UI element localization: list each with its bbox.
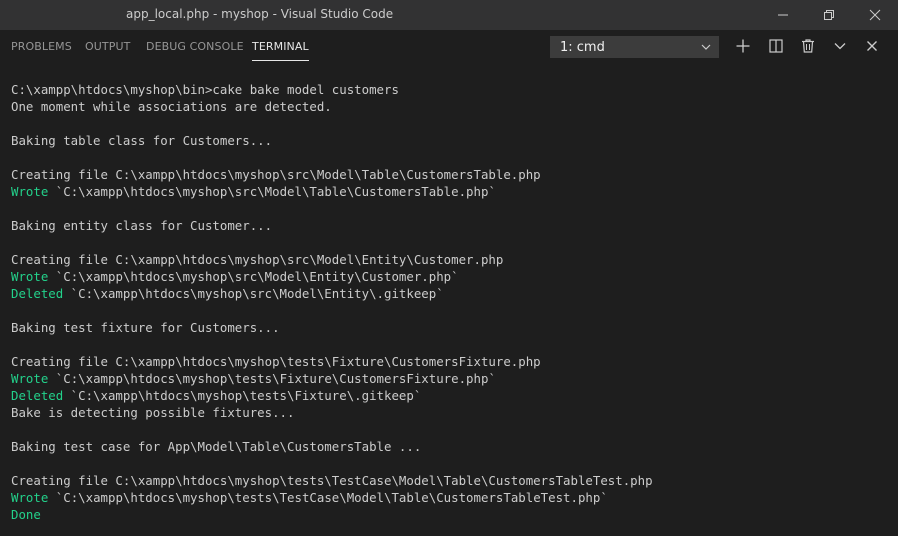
terminal-line-text: Creating file C:\xampp\htdocs\myshop\src…	[11, 252, 504, 267]
terminal-line-text: Bake is detecting possible fixtures...	[11, 405, 295, 420]
terminal-line: Wrote `C:\xampp\htdocs\myshop\tests\Fixt…	[11, 370, 891, 387]
close-icon[interactable]	[864, 38, 880, 54]
tab-terminal[interactable]: TERMINAL	[252, 30, 309, 65]
chevron-down-icon	[701, 44, 711, 50]
terminal-line-text: One moment while associations are detect…	[11, 99, 332, 114]
terminal-line-text: Creating file C:\xampp\htdocs\myshop\tes…	[11, 473, 653, 488]
terminal-line: Creating file C:\xampp\htdocs\myshop\src…	[11, 251, 891, 268]
tab-debug-console[interactable]: DEBUG CONSOLE	[146, 30, 244, 65]
terminal-line: Creating file C:\xampp\htdocs\myshop\tes…	[11, 472, 891, 489]
terminal-line: Baking entity class for Customer...	[11, 217, 891, 234]
terminal-line-status: Deleted	[11, 286, 64, 301]
restore-icon	[824, 10, 834, 20]
terminal-line: Baking test fixture for Customers...	[11, 319, 891, 336]
terminal-line: Creating file C:\xampp\htdocs\myshop\tes…	[11, 353, 891, 370]
terminal-line-status: Wrote	[11, 490, 49, 505]
terminal-line-status: Deleted	[11, 388, 64, 403]
terminal-line-text: Baking test case for App\Model\Table\Cus…	[11, 439, 422, 454]
minimize-icon	[778, 14, 788, 16]
plus-icon[interactable]	[735, 38, 751, 54]
terminal-line: C:\xampp\htdocs\myshop\bin>cake bake mod…	[11, 81, 891, 98]
panel-header: PROBLEMS OUTPUT DEBUG CONSOLE TERMINAL 1…	[0, 30, 898, 65]
terminal-select[interactable]: 1: cmd	[550, 36, 719, 58]
close-window-button[interactable]	[852, 0, 898, 30]
terminal-line: Baking test case for App\Model\Table\Cus…	[11, 438, 891, 455]
terminal-select-value: 1: cmd	[560, 40, 605, 55]
terminal-line-status: Wrote	[11, 184, 49, 199]
window-title: app_local.php - myshop - Visual Studio C…	[126, 7, 394, 21]
terminal-line-text: `C:\xampp\htdocs\myshop\tests\Fixture\Cu…	[48, 371, 496, 386]
terminal-line-text: Creating file C:\xampp\htdocs\myshop\tes…	[11, 354, 541, 369]
terminal-line-text: `C:\xampp\htdocs\myshop\tests\TestCase\M…	[48, 490, 608, 505]
split-icon[interactable]	[768, 38, 784, 54]
terminal-line-text: Baking entity class for Customer...	[11, 218, 273, 233]
terminal-line-text: Baking test fixture for Customers...	[11, 320, 280, 335]
terminal-line-text: Baking table class for Customers...	[11, 133, 273, 148]
tab-problems[interactable]: PROBLEMS	[11, 30, 72, 65]
terminal-line: Deleted `C:\xampp\htdocs\myshop\src\Mode…	[11, 285, 891, 302]
trash-icon[interactable]	[800, 38, 816, 54]
terminal-line: Baking table class for Customers...	[11, 132, 891, 149]
restore-button[interactable]	[806, 0, 852, 30]
title-bar: app_local.php - myshop - Visual Studio C…	[0, 0, 898, 30]
terminal-line-status: Wrote	[11, 269, 49, 284]
terminal-line-status: Wrote	[11, 371, 49, 386]
terminal-line: Done	[11, 506, 891, 523]
terminal-line: Bake is detecting possible fixtures...	[11, 404, 891, 421]
tab-output[interactable]: OUTPUT	[85, 30, 130, 65]
terminal-line-text: `C:\xampp\htdocs\myshop\src\Model\Entity…	[48, 269, 459, 284]
terminal-line-text: `C:\xampp\htdocs\myshop\tests\Fixture\.g…	[63, 388, 422, 403]
terminal-line-status: Done	[11, 507, 41, 522]
terminal-line: Wrote `C:\xampp\htdocs\myshop\src\Model\…	[11, 183, 891, 200]
terminal-line-text: `C:\xampp\htdocs\myshop\src\Model\Table\…	[48, 184, 496, 199]
terminal-line-text: `C:\xampp\htdocs\myshop\src\Model\Entity…	[63, 286, 444, 301]
terminal-line-text: C:\xampp\htdocs\myshop\bin>cake bake mod…	[11, 82, 399, 97]
terminal-line-text: Creating file C:\xampp\htdocs\myshop\src…	[11, 167, 541, 182]
minimize-button[interactable]	[760, 0, 806, 30]
terminal-line: Wrote `C:\xampp\htdocs\myshop\tests\Test…	[11, 489, 891, 506]
maximize-panel-chevron-icon[interactable]	[832, 38, 848, 54]
terminal-output[interactable]: C:\xampp\htdocs\myshop\bin>cake bake mod…	[11, 81, 891, 523]
terminal-line: One moment while associations are detect…	[11, 98, 891, 115]
close-window-icon	[869, 9, 881, 21]
terminal-line: Creating file C:\xampp\htdocs\myshop\src…	[11, 166, 891, 183]
terminal-line: Deleted `C:\xampp\htdocs\myshop\tests\Fi…	[11, 387, 891, 404]
terminal-line: Wrote `C:\xampp\htdocs\myshop\src\Model\…	[11, 268, 891, 285]
